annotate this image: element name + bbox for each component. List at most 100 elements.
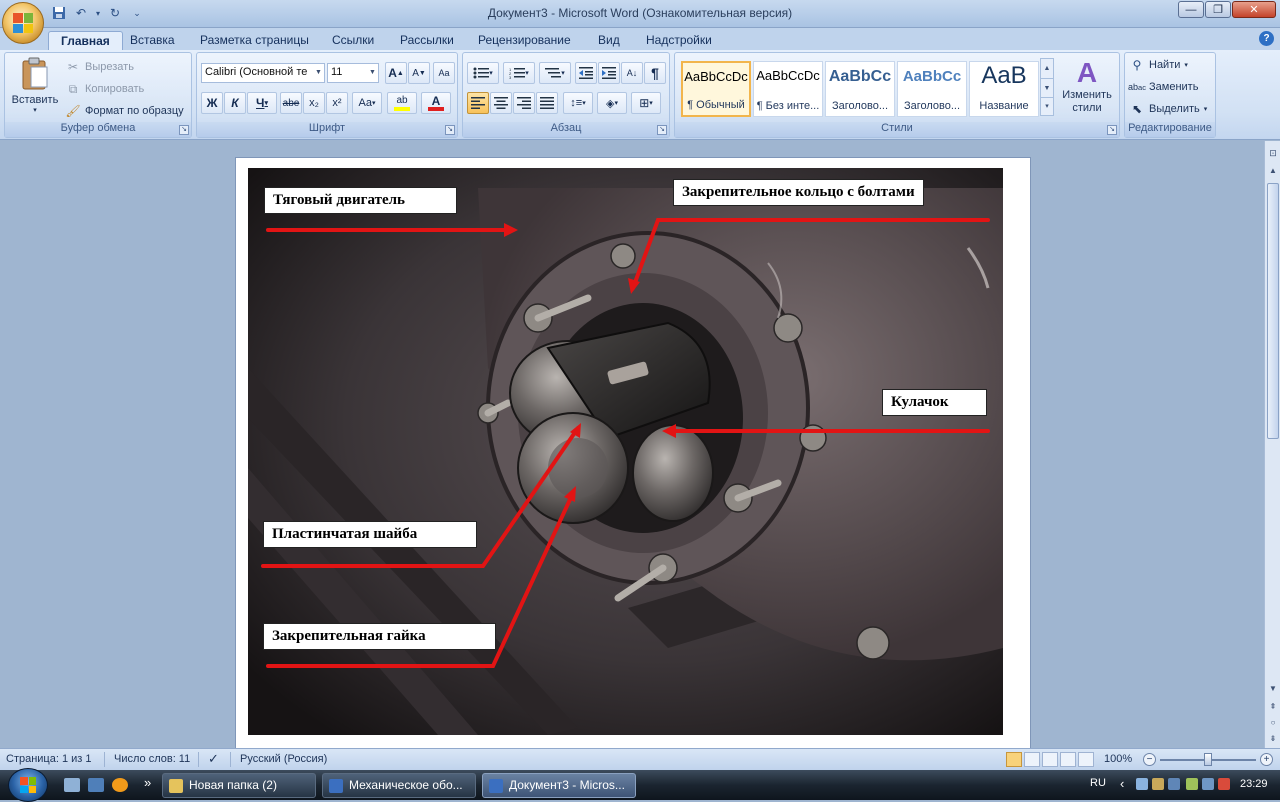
find-button[interactable]: ⚲ Найти ▾ (1129, 55, 1188, 75)
align-left-button[interactable] (467, 92, 489, 114)
dialog-launcher-icon[interactable]: ↘ (445, 125, 455, 135)
tray-expand-icon[interactable]: ‹ (1120, 776, 1124, 791)
underline-button[interactable]: Ч ▾ (247, 92, 277, 114)
change-case-button[interactable]: Aa ▾ (352, 92, 382, 114)
previous-page-icon[interactable]: ⇞ (1266, 699, 1280, 715)
chevron-down-icon[interactable]: ▼ (1041, 78, 1053, 97)
highlight-button[interactable]: ab (387, 92, 417, 114)
maximize-button[interactable]: ❐ (1205, 1, 1231, 18)
borders-button[interactable]: ⊞ ▾ (631, 92, 661, 114)
dialog-launcher-icon[interactable]: ↘ (1107, 125, 1117, 135)
taskbar-item-word-doc-1[interactable]: Механическое обо... (322, 773, 476, 798)
more-styles-icon[interactable]: ▾ (1041, 97, 1053, 115)
spellcheck-icon[interactable]: ✓ (208, 751, 219, 767)
document-page[interactable]: Тяговый двигатель Закрепительное кольцо … (235, 157, 1031, 748)
language-indicator[interactable]: Русский (Россия) (240, 753, 327, 765)
decrease-indent-button[interactable] (575, 62, 597, 84)
show-marks-button[interactable]: ¶ (644, 62, 666, 84)
start-button[interactable] (8, 768, 48, 802)
grow-font-button[interactable]: A ▲ (385, 62, 407, 84)
tray-icon[interactable] (1136, 778, 1148, 790)
zoom-out-button[interactable]: − (1143, 753, 1156, 766)
language-bar[interactable]: RU (1090, 777, 1106, 789)
style-heading-1[interactable]: AaBbCc Заголово... (825, 61, 895, 117)
italic-button[interactable]: К (224, 92, 246, 114)
network-icon[interactable] (1202, 778, 1214, 790)
web-layout-view-button[interactable] (1042, 752, 1058, 767)
increase-indent-button[interactable] (598, 62, 620, 84)
draft-view-button[interactable] (1078, 752, 1094, 767)
office-button[interactable] (2, 2, 44, 44)
tab-references[interactable]: Ссылки (320, 31, 386, 50)
tab-insert[interactable]: Вставка (118, 31, 187, 50)
word-count[interactable]: Число слов: 11 (114, 753, 190, 765)
strikethrough-button[interactable]: abe (280, 92, 302, 114)
tray-icon[interactable] (1152, 778, 1164, 790)
align-center-button[interactable] (490, 92, 512, 114)
quick-launch-expand-icon[interactable]: » (144, 775, 151, 790)
superscript-button[interactable]: x² (326, 92, 348, 114)
tab-view[interactable]: Вид (586, 31, 632, 50)
line-spacing-button[interactable]: ↕≡ ▾ (563, 92, 593, 114)
next-page-icon[interactable]: ⇟ (1266, 731, 1280, 747)
bullets-button[interactable]: ▾ (467, 62, 499, 84)
dialog-launcher-icon[interactable]: ↘ (179, 125, 189, 135)
outline-view-button[interactable] (1060, 752, 1076, 767)
styles-scroll[interactable]: ▲ ▼ ▾ (1040, 58, 1054, 116)
dialog-launcher-icon[interactable]: ↘ (657, 125, 667, 135)
bold-button[interactable]: Ж (201, 92, 223, 114)
select-button[interactable]: ⬉ Выделить ▾ (1129, 99, 1207, 119)
justify-button[interactable] (536, 92, 558, 114)
tray-icon[interactable] (1168, 778, 1180, 790)
tab-mailings[interactable]: Рассылки (388, 31, 466, 50)
style-no-spacing[interactable]: AaBbCcDc ¶ Без инте... (753, 61, 823, 117)
document-photo[interactable]: Тяговый двигатель Закрепительное кольцо … (248, 168, 1003, 735)
font-size-select[interactable]: 11 ▼ (327, 63, 379, 83)
show-desktop-icon[interactable] (64, 778, 80, 792)
media-player-icon[interactable] (112, 778, 128, 792)
scroll-thumb[interactable] (1267, 183, 1279, 439)
subscript-button[interactable]: x₂ (303, 92, 325, 114)
align-right-button[interactable] (513, 92, 535, 114)
volume-icon[interactable] (1218, 778, 1230, 790)
close-button[interactable]: ✕ (1232, 1, 1276, 18)
tab-review[interactable]: Рецензирование (466, 31, 583, 50)
font-color-button[interactable]: A (421, 92, 451, 114)
switch-windows-icon[interactable] (88, 778, 104, 792)
multilevel-list-button[interactable]: ▾ (539, 62, 571, 84)
zoom-in-button[interactable]: + (1260, 753, 1273, 766)
numbering-button[interactable]: 1 2 3 ▾ (503, 62, 535, 84)
style-normal[interactable]: AaBbCcDc ¶ Обычный (681, 61, 751, 117)
shading-button[interactable]: ◈ ▾ (597, 92, 627, 114)
style-heading-2[interactable]: AaBbCc Заголово... (897, 61, 967, 117)
help-icon[interactable]: ? (1259, 31, 1274, 46)
scroll-up-icon[interactable]: ▲ (1266, 163, 1280, 179)
replace-button[interactable]: ab ac Заменить (1128, 77, 1198, 97)
style-title[interactable]: AaB Название (969, 61, 1039, 117)
cut-button[interactable]: ✂ Вырезать (65, 57, 134, 77)
scroll-down-icon[interactable]: ▼ (1266, 681, 1280, 697)
page-count[interactable]: Страница: 1 из 1 (6, 753, 92, 765)
tab-page-layout[interactable]: Разметка страницы (188, 31, 321, 50)
zoom-level[interactable]: 100% (1104, 753, 1132, 765)
shrink-font-button[interactable]: A ▼ (408, 62, 430, 84)
font-family-select[interactable]: Calibri (Основной те ▼ (201, 63, 325, 83)
change-styles-button[interactable]: A Изменить стили (1057, 57, 1117, 115)
format-painter-button[interactable]: 🖌 Формат по образцу (65, 101, 183, 121)
tab-home[interactable]: Главная (48, 31, 123, 50)
full-screen-reading-view-button[interactable] (1024, 752, 1040, 767)
paste-button[interactable]: Вставить ▾ (9, 55, 61, 119)
browse-object-icon[interactable]: ○ (1266, 715, 1280, 731)
copy-button[interactable]: ⧉ Копировать (65, 79, 145, 99)
chevron-up-icon[interactable]: ▲ (1041, 59, 1053, 78)
vertical-scrollbar[interactable]: ⊡ ▲ ▼ ⇞ ○ ⇟ (1264, 141, 1280, 748)
sort-button[interactable]: A↓ (621, 62, 643, 84)
minimize-button[interactable]: — (1178, 1, 1204, 18)
zoom-slider-thumb[interactable] (1204, 753, 1212, 766)
print-layout-view-button[interactable] (1006, 752, 1022, 767)
taskbar-item-folder[interactable]: Новая папка (2) (162, 773, 316, 798)
tab-addins[interactable]: Надстройки (634, 31, 724, 50)
taskbar-item-word-doc-2[interactable]: Документ3 - Micros... (482, 773, 636, 798)
clear-formatting-button[interactable]: Aa (433, 62, 455, 84)
clock[interactable]: 23:29 (1240, 778, 1268, 790)
